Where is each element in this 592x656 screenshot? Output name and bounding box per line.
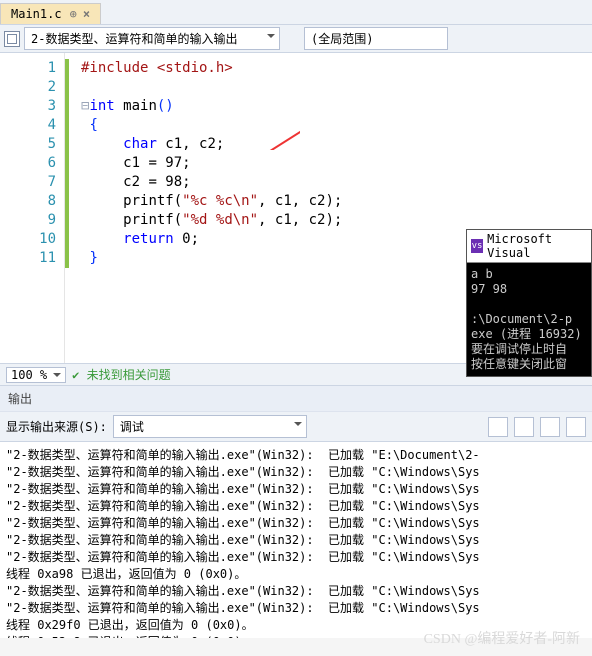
scope-combo[interactable]: 2-数据类型、运算符和简单的输入输出	[24, 27, 280, 50]
console-titlebar[interactable]: vs Microsoft Visual	[467, 230, 591, 263]
chevron-down-icon	[294, 422, 302, 430]
navigation-bar: 2-数据类型、运算符和简单的输入输出 (全局范围)	[0, 25, 592, 53]
toolbar-button[interactable]	[566, 417, 586, 437]
toolbar-button[interactable]	[540, 417, 560, 437]
tab-filename: Main1.c	[11, 7, 62, 21]
watermark: CSDN @编程爱好者-阿新	[424, 628, 580, 648]
line-number-gutter: 1234567891011	[0, 53, 65, 363]
console-window[interactable]: vs Microsoft Visual a b 97 98 :\Document…	[466, 229, 592, 377]
nav-icon[interactable]	[4, 31, 20, 47]
change-bar	[65, 59, 69, 268]
editor-tab[interactable]: Main1.c ⊕ ×	[0, 3, 101, 24]
vs-icon: vs	[471, 239, 483, 253]
combo-text: 2-数据类型、运算符和简单的输入输出	[31, 32, 237, 46]
member-combo[interactable]: (全局范围)	[304, 27, 448, 50]
output-panel-title: 输出	[0, 385, 592, 412]
zoom-combo[interactable]: 100 %	[6, 367, 66, 383]
toolbar-button[interactable]	[488, 417, 508, 437]
chevron-down-icon	[53, 373, 61, 381]
console-output: a b 97 98 :\Document\2-p exe (进程 16932) …	[467, 263, 591, 376]
chevron-down-icon	[267, 34, 275, 42]
output-source-combo[interactable]: 调试	[113, 415, 308, 438]
output-source-label: 显示输出来源(S):	[6, 418, 107, 435]
close-icon[interactable]: ×	[83, 7, 90, 21]
issues-status[interactable]: ✔ 未找到相关问题	[72, 366, 170, 383]
dirty-indicator: ⊕	[70, 7, 77, 21]
output-toolbar: 显示输出来源(S): 调试	[0, 412, 592, 442]
scope-text: (全局范围)	[311, 32, 373, 46]
output-text[interactable]: "2-数据类型、运算符和简单的输入输出.exe"(Win32): 已加载 "E:…	[0, 442, 592, 638]
tab-strip: Main1.c ⊕ ×	[0, 0, 592, 25]
toolbar-button[interactable]	[514, 417, 534, 437]
